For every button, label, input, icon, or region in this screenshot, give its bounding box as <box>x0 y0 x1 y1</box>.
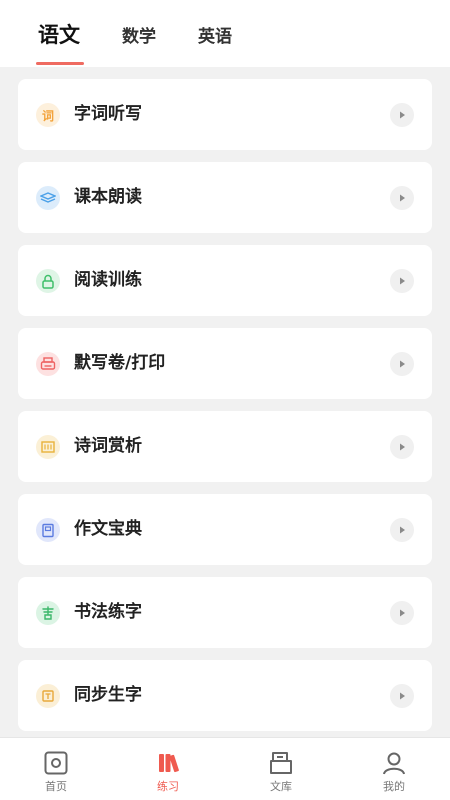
scroll-icon <box>36 435 60 459</box>
list-item-label: 书法练字 <box>74 602 142 622</box>
list-item-dictation-paper-print[interactable]: 默写卷/打印 <box>18 328 432 399</box>
home-icon <box>44 751 68 775</box>
list-item-label: 字词听写 <box>74 104 142 124</box>
play-icon[interactable] <box>390 269 414 293</box>
nav-practice-label: 练习 <box>157 780 179 793</box>
nav-practice[interactable]: 练习 <box>112 738 224 800</box>
book-icon <box>36 186 60 210</box>
list-item-label: 同步生字 <box>74 685 142 705</box>
play-icon[interactable] <box>390 103 414 127</box>
nav-profile[interactable]: 我的 <box>338 738 450 800</box>
play-icon[interactable] <box>390 435 414 459</box>
notebook-icon <box>36 518 60 542</box>
tab-chinese[interactable]: 语文 <box>38 20 80 50</box>
list-item-label: 诗词赏析 <box>74 436 142 456</box>
list-item-label: 课本朗读 <box>74 187 142 207</box>
list-item-synced-characters[interactable]: 同步生字 <box>18 660 432 731</box>
list-item-poetry-appreciation[interactable]: 诗词赏析 <box>18 411 432 482</box>
list-item-composition-guide[interactable]: 作文宝典 <box>18 494 432 565</box>
list-item-label: 默写卷/打印 <box>74 353 166 373</box>
list-item-calligraphy-practice[interactable]: 书法练字 <box>18 577 432 648</box>
list-item-dictation[interactable]: 词 字词听写 <box>18 79 432 150</box>
subject-tabs: 语文 数学 英语 <box>0 0 450 67</box>
practice-icon <box>159 754 179 773</box>
profile-icon <box>383 752 405 775</box>
list-item-reading-aloud[interactable]: 课本朗读 <box>18 162 432 233</box>
character-icon: 词 <box>36 103 60 127</box>
nav-home[interactable]: 首页 <box>0 738 112 800</box>
play-icon[interactable] <box>390 352 414 376</box>
nav-home-label: 首页 <box>45 780 67 793</box>
lock-icon <box>36 269 60 293</box>
list-item-label: 作文宝典 <box>74 519 142 539</box>
nav-library-label: 文库 <box>270 780 292 793</box>
bottom-navigation: 首页 练习 文库 我的 <box>0 737 450 800</box>
play-icon[interactable] <box>390 518 414 542</box>
play-icon[interactable] <box>390 601 414 625</box>
calligraphy-icon <box>36 601 60 625</box>
tile-icon <box>36 684 60 708</box>
library-icon <box>270 752 292 774</box>
printer-icon <box>36 352 60 376</box>
tab-english[interactable]: 英语 <box>198 22 232 52</box>
list-item-reading-training[interactable]: 阅读训练 <box>18 245 432 316</box>
tab-math[interactable]: 数学 <box>122 22 156 52</box>
list-item-label: 阅读训练 <box>74 270 142 290</box>
play-icon[interactable] <box>390 684 414 708</box>
nav-library[interactable]: 文库 <box>225 738 337 800</box>
nav-profile-label: 我的 <box>383 780 405 793</box>
play-icon[interactable] <box>390 186 414 210</box>
active-tab-indicator <box>36 62 84 65</box>
practice-list: 词 字词听写 课本朗读 阅读训练 默写卷/打印 诗词赏析 作文宝典 书法练字 同… <box>18 79 432 743</box>
